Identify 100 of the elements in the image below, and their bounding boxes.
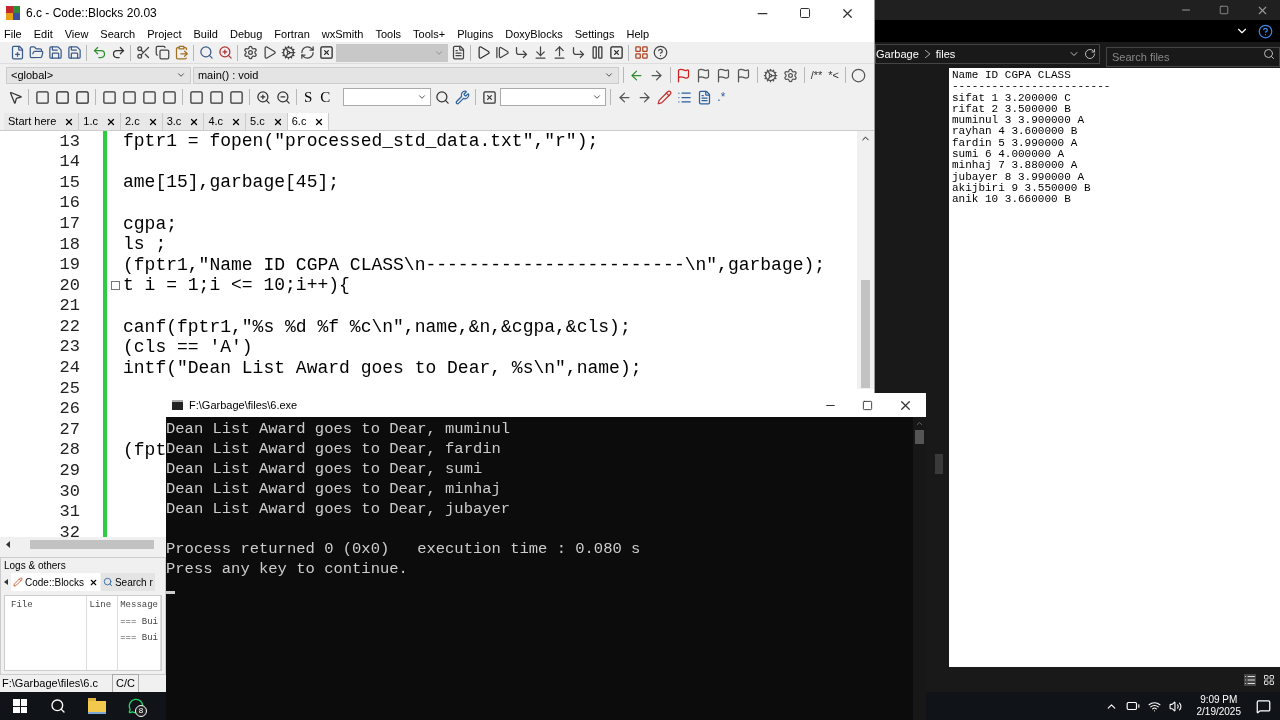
- flag-icon[interactable]: [696, 67, 712, 83]
- step-icon[interactable]: [494, 45, 510, 60]
- close-icon[interactable]: [106, 116, 116, 127]
- help-icon[interactable]: [1257, 23, 1273, 39]
- cut-icon[interactable]: [135, 45, 151, 60]
- menu-item[interactable]: Search: [100, 25, 136, 43]
- flag-icon[interactable]: [736, 67, 752, 83]
- paste-icon[interactable]: [173, 45, 189, 60]
- editor-tab[interactable]: 3.c: [162, 113, 205, 130]
- menu-item[interactable]: File: [4, 25, 22, 43]
- flag-icon[interactable]: [716, 67, 732, 83]
- search-field[interactable]: Search files: [1106, 47, 1280, 67]
- close-icon[interactable]: [272, 116, 283, 127]
- close-icon[interactable]: [147, 116, 158, 127]
- gear-icon[interactable]: [242, 45, 258, 60]
- notifications-icon[interactable]: [1255, 698, 1271, 714]
- menu-item[interactable]: Tools+: [413, 25, 446, 43]
- maximize-button[interactable]: [798, 7, 811, 19]
- document-icon[interactable]: [450, 45, 466, 60]
- cog-icon[interactable]: [763, 67, 779, 83]
- search-icon[interactable]: [49, 698, 66, 714]
- pointer-icon[interactable]: [7, 89, 23, 105]
- style-button[interactable]: S: [301, 85, 316, 109]
- pencil-icon[interactable]: [656, 89, 672, 105]
- editor-tab[interactable]: 2.c: [121, 113, 163, 130]
- circle-icon[interactable]: [851, 67, 867, 83]
- doc-comment-button[interactable]: *<: [826, 66, 841, 84]
- menu-item[interactable]: Project: [147, 25, 182, 43]
- rectangle-icon[interactable]: [188, 89, 204, 105]
- box-icon[interactable]: [121, 89, 137, 105]
- menu-item[interactable]: wxSmith: [321, 25, 364, 43]
- tiles-view-icon[interactable]: [1262, 673, 1275, 686]
- floppy-disks-icon[interactable]: [66, 45, 82, 60]
- menu-item[interactable]: Fortran: [274, 25, 310, 43]
- console-scrollbar[interactable]: [913, 417, 926, 720]
- menu-item[interactable]: Edit: [33, 25, 53, 43]
- menu-item[interactable]: Help: [626, 25, 650, 43]
- editor-tab[interactable]: 1.c: [79, 113, 121, 130]
- log-tab[interactable]: Code::Blocks: [11, 573, 100, 591]
- doc-comment-button[interactable]: /**: [808, 66, 825, 84]
- menu-item[interactable]: DoxyBlocks: [505, 25, 563, 43]
- fold-box-icon[interactable]: [110, 280, 120, 290]
- wifi-icon[interactable]: [1148, 699, 1161, 713]
- search-icon[interactable]: [434, 89, 450, 105]
- step-out-icon[interactable]: [570, 45, 586, 60]
- undo-icon[interactable]: [91, 45, 107, 60]
- forward-arrow-icon[interactable]: [649, 67, 665, 83]
- menu-item[interactable]: Tools: [375, 25, 402, 43]
- wrench-icon[interactable]: [454, 89, 470, 105]
- vertical-scrollbar[interactable]: [857, 131, 874, 389]
- close-icon[interactable]: [88, 577, 98, 587]
- close-icon[interactable]: [64, 116, 75, 127]
- menu-item[interactable]: Build: [193, 25, 218, 43]
- editor-tab[interactable]: 6.c: [287, 113, 330, 130]
- editor-tab[interactable]: 5.c: [246, 113, 288, 130]
- battery-icon[interactable]: [1126, 699, 1140, 713]
- zoom-in-icon[interactable]: [255, 89, 271, 105]
- address-bar[interactable]: Garbage files: [875, 44, 1100, 64]
- box-icon[interactable]: [54, 89, 70, 105]
- close-icon[interactable]: [314, 116, 325, 127]
- scrollbar-thumb[interactable]: [861, 280, 870, 388]
- zoom-out-icon[interactable]: [275, 89, 291, 105]
- new-file-icon[interactable]: [9, 45, 25, 60]
- stop-icon[interactable]: [318, 45, 334, 60]
- play-icon[interactable]: [261, 45, 277, 60]
- list-icon[interactable]: [676, 89, 692, 105]
- copy-icon[interactable]: [154, 45, 170, 60]
- search-icon[interactable]: [1263, 48, 1275, 60]
- redo-icon[interactable]: [110, 45, 126, 60]
- rectangle-icon[interactable]: [34, 89, 50, 105]
- scope-dropdown[interactable]: <global>: [6, 66, 191, 84]
- breadcrumb-item[interactable]: Garbage: [876, 45, 919, 63]
- scroll-left-icon[interactable]: [6, 540, 10, 548]
- scrollbar-thumb[interactable]: [935, 454, 943, 474]
- details-view-icon[interactable]: [1243, 673, 1256, 686]
- play-icon[interactable]: [475, 45, 491, 60]
- pause-icon[interactable]: [589, 45, 605, 60]
- windows-logo-icon[interactable]: [13, 699, 27, 713]
- close-icon[interactable]: [231, 116, 242, 127]
- forward-arrow-icon[interactable]: [636, 89, 652, 105]
- box-icon[interactable]: [101, 89, 117, 105]
- scroll-up-icon[interactable]: [915, 419, 924, 428]
- tab-scroll-left-icon[interactable]: [4, 579, 8, 585]
- speaker-icon[interactable]: [1169, 699, 1182, 713]
- folder-icon[interactable]: [28, 45, 44, 60]
- function-dropdown[interactable]: main() : void: [192, 66, 619, 84]
- stop-icon[interactable]: [608, 45, 624, 60]
- menu-item[interactable]: Debug: [229, 25, 263, 43]
- folder-icon[interactable]: [88, 698, 106, 714]
- gear-icon[interactable]: [783, 67, 799, 83]
- rectangle-icon[interactable]: [228, 89, 244, 105]
- breadcrumb-item[interactable]: files: [935, 45, 956, 63]
- step-into-icon[interactable]: [513, 45, 529, 60]
- maximize-button[interactable]: [861, 399, 873, 411]
- refresh-icon[interactable]: [299, 45, 315, 60]
- flag-icon[interactable]: [676, 67, 692, 83]
- menu-item[interactable]: Settings: [574, 25, 615, 43]
- style-button[interactable]: C: [317, 85, 334, 109]
- menu-item[interactable]: View: [64, 25, 89, 43]
- box-icon[interactable]: [141, 89, 157, 105]
